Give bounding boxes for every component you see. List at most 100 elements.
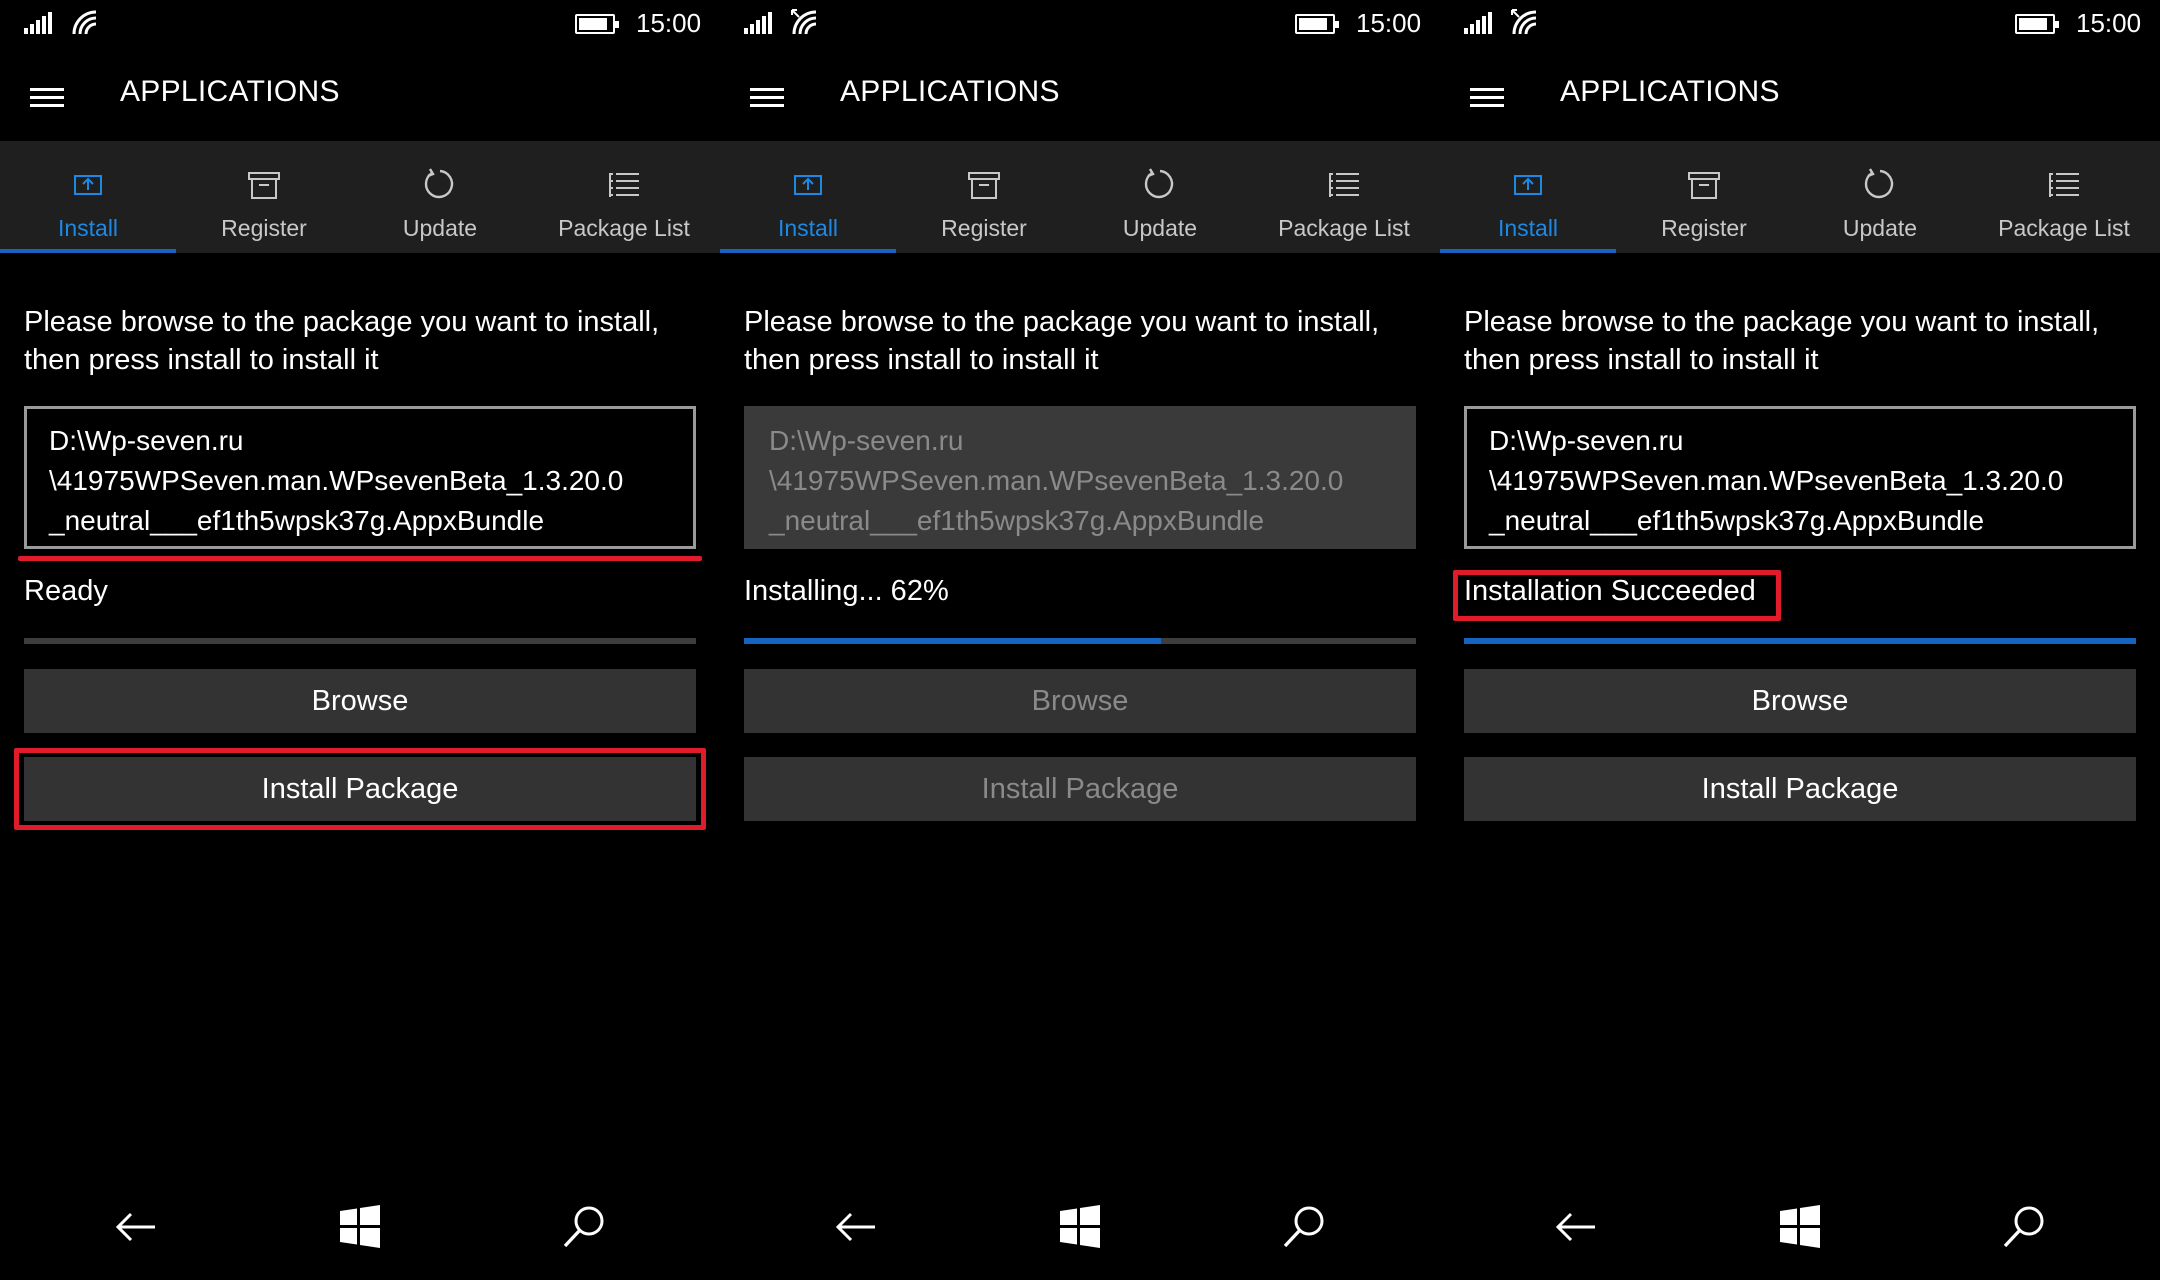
update-icon <box>422 163 458 207</box>
package-path-field: D:\Wp-seven.ru \41975WPSeven.man.WPseven… <box>744 406 1416 549</box>
windows-start-icon[interactable] <box>1055 1202 1105 1252</box>
tab-label: Package List <box>1278 215 1410 241</box>
app-header: APPLICATIONS <box>1440 48 2160 141</box>
red-highlight-underline <box>18 556 702 561</box>
wifi-icon <box>791 9 817 35</box>
windows-start-icon[interactable] <box>1775 1202 1825 1252</box>
tab-label: Update <box>1842 215 1918 241</box>
tab-update[interactable]: Update <box>352 141 528 253</box>
instructions-text: Please browse to the package you want to… <box>1464 303 2144 379</box>
tab-install[interactable]: Install <box>0 141 176 253</box>
path-line: \41975WPSeven.man.WPsevenBeta_1.3.20.0 <box>1489 465 2064 496</box>
instructions-line: then press install to install it <box>24 344 379 376</box>
path-line: \41975WPSeven.man.WPsevenBeta_1.3.20.0 <box>49 465 624 496</box>
page-title: APPLICATIONS <box>840 75 1060 108</box>
search-icon[interactable] <box>1999 1202 2049 1252</box>
search-icon[interactable] <box>559 1202 609 1252</box>
register-icon <box>967 163 1001 207</box>
phone-screen-installing: 15:00 APPLICATIONS Install Register Upda… <box>720 0 1440 1280</box>
install-progress-bar <box>1464 638 2136 644</box>
tab-label: Install <box>777 215 839 241</box>
package-path-field[interactable]: D:\Wp-seven.ru \41975WPSeven.man.WPseven… <box>24 406 696 549</box>
tab-register[interactable]: Register <box>176 141 352 253</box>
phone-screen-ready: 15:00 APPLICATIONS Install Register Upda… <box>0 0 720 1280</box>
install-icon <box>792 163 824 207</box>
instructions-text: Please browse to the package you want to… <box>24 303 704 379</box>
status-bar: 15:00 <box>1440 0 2160 48</box>
status-time: 15:00 <box>636 8 702 38</box>
back-arrow-icon[interactable] <box>831 1202 881 1252</box>
hamburger-menu-icon[interactable] <box>30 88 64 108</box>
path-line: _neutral___ef1th5wpsk37g.AppxBundle <box>769 505 1265 536</box>
page-title: APPLICATIONS <box>120 75 340 108</box>
path-line: _neutral___ef1th5wpsk37g.AppxBundle <box>1489 505 1985 536</box>
tab-install[interactable]: Install <box>720 141 896 253</box>
list-icon <box>2047 163 2081 207</box>
tab-bar: Install Register Update Package List <box>1440 141 2160 253</box>
install-progress-bar <box>744 638 1416 644</box>
status-bar: 15:00 <box>720 0 1440 48</box>
wifi-icon <box>1511 9 1537 35</box>
red-highlight-box <box>1453 570 1781 621</box>
app-header: APPLICATIONS <box>720 48 1440 141</box>
status-bar: 15:00 <box>0 0 720 48</box>
windows-start-icon[interactable] <box>335 1202 385 1252</box>
path-line: D:\Wp-seven.ru <box>1489 425 1684 456</box>
tab-update[interactable]: Update <box>1792 141 1968 253</box>
back-arrow-icon[interactable] <box>111 1202 161 1252</box>
browse-button: Browse <box>744 669 1416 733</box>
app-header: APPLICATIONS <box>0 48 720 141</box>
tab-bar: Install Register Update Package List <box>0 141 720 253</box>
search-icon[interactable] <box>1279 1202 1329 1252</box>
hamburger-menu-icon[interactable] <box>750 88 784 108</box>
phone-screen-succeeded: 15:00 APPLICATIONS Install Register Upda… <box>1440 0 2160 1280</box>
tab-package-list[interactable]: Package List <box>1968 141 2160 253</box>
list-icon <box>1327 163 1361 207</box>
install-icon <box>72 163 104 207</box>
tab-update[interactable]: Update <box>1072 141 1248 253</box>
back-arrow-icon[interactable] <box>1551 1202 1601 1252</box>
tab-label: Register <box>221 215 307 241</box>
path-line: D:\Wp-seven.ru <box>49 425 244 456</box>
path-line: D:\Wp-seven.ru <box>769 425 964 456</box>
tab-package-list[interactable]: Package List <box>528 141 720 253</box>
update-icon <box>1142 163 1178 207</box>
battery-icon <box>575 14 619 34</box>
browse-button[interactable]: Browse <box>24 669 696 733</box>
screens-row: 15:00 APPLICATIONS Install Register Upda… <box>0 0 2160 1280</box>
signal-strength-icon <box>744 10 776 34</box>
instructions-line: then press install to install it <box>1464 344 1819 376</box>
instructions-line: Please browse to the package you want to… <box>744 306 1380 338</box>
tab-label: Update <box>402 215 478 241</box>
tab-label: Register <box>1661 215 1747 241</box>
instructions-line: then press install to install it <box>744 344 1099 376</box>
hamburger-menu-icon[interactable] <box>1470 88 1504 108</box>
tab-register[interactable]: Register <box>1616 141 1792 253</box>
tab-label: Package List <box>558 215 690 241</box>
battery-icon <box>2015 14 2059 34</box>
instructions-line: Please browse to the package you want to… <box>24 306 660 338</box>
tab-register[interactable]: Register <box>896 141 1072 253</box>
register-icon <box>247 163 281 207</box>
install-package-button: Install Package <box>744 757 1416 821</box>
status-time: 15:00 <box>2076 8 2142 38</box>
progress-fill <box>1464 638 2136 644</box>
tab-label: Install <box>57 215 119 241</box>
tab-label: Install <box>1497 215 1559 241</box>
page-title: APPLICATIONS <box>1560 75 1780 108</box>
browse-button[interactable]: Browse <box>1464 669 2136 733</box>
path-line: \41975WPSeven.man.WPsevenBeta_1.3.20.0 <box>769 465 1344 496</box>
package-path-field[interactable]: D:\Wp-seven.ru \41975WPSeven.man.WPseven… <box>1464 406 2136 549</box>
signal-strength-icon <box>24 10 56 34</box>
install-package-button[interactable]: Install Package <box>1464 757 2136 821</box>
path-line: _neutral___ef1th5wpsk37g.AppxBundle <box>49 505 545 536</box>
tab-label: Package List <box>1998 215 2130 241</box>
install-status-text: Ready <box>24 575 108 607</box>
tab-label: Update <box>1122 215 1198 241</box>
tab-package-list[interactable]: Package List <box>1248 141 1440 253</box>
install-progress-bar <box>24 638 696 644</box>
tab-bar: Install Register Update Package List <box>720 141 1440 253</box>
install-icon <box>1512 163 1544 207</box>
battery-icon <box>1295 14 1339 34</box>
tab-install[interactable]: Install <box>1440 141 1616 253</box>
